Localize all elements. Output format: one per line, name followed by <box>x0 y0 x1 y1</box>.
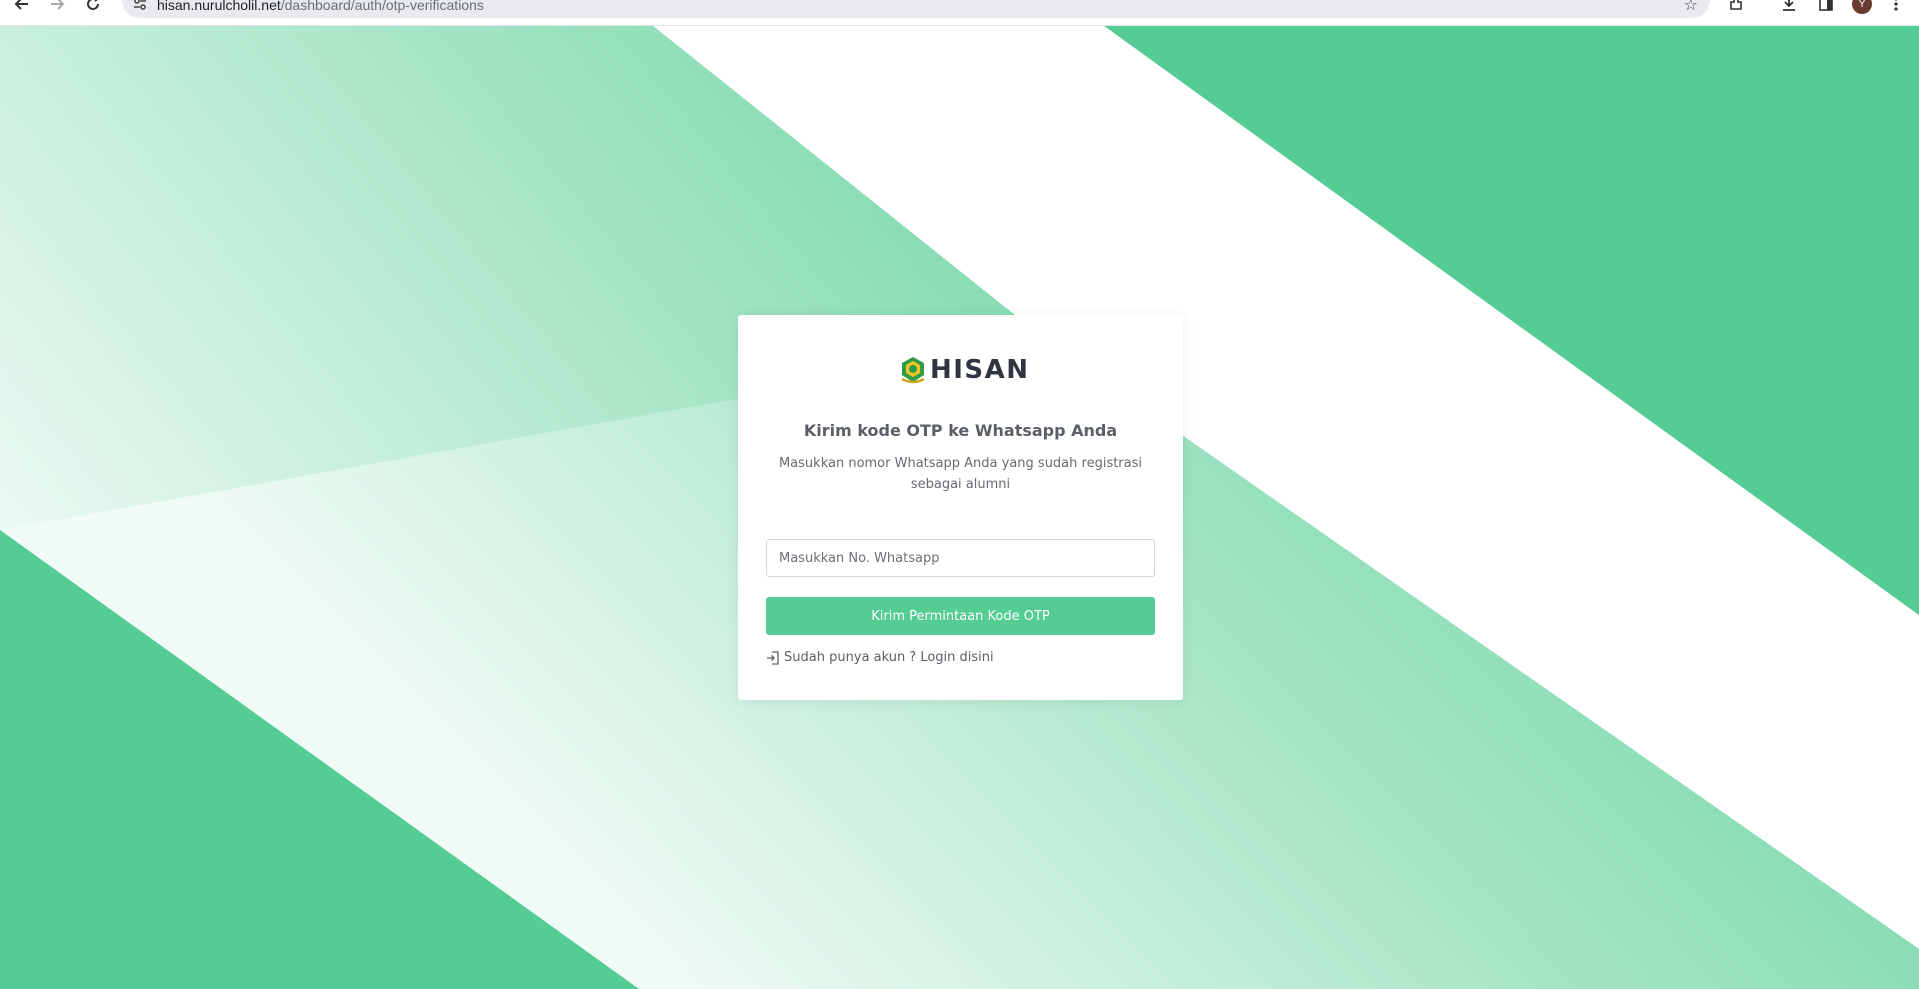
site-info-icon[interactable] <box>132 0 148 12</box>
login-link[interactable]: Sudah punya akun ? Login disini <box>766 650 994 665</box>
forward-icon[interactable] <box>46 0 68 15</box>
url-text: hisan.nurulcholil.net/dashboard/auth/otp… <box>157 0 484 13</box>
url-path: /dashboard/auth/otp-verifications <box>280 0 484 13</box>
extensions-icon[interactable] <box>1726 0 1746 14</box>
url-host: hisan.nurulcholil.net <box>157 0 281 13</box>
emblem-icon <box>901 357 925 384</box>
download-icon[interactable] <box>1779 0 1799 14</box>
back-icon[interactable] <box>11 0 33 15</box>
browser-toolbar: hisan.nurulcholil.net/dashboard/auth/otp… <box>0 0 1919 26</box>
otp-card: HISAN Kirim kode OTP ke Whatsapp Anda Ma… <box>738 315 1183 700</box>
card-title: Kirim kode OTP ke Whatsapp Anda <box>803 421 1118 440</box>
bookmark-star-icon[interactable]: ☆ <box>1684 0 1698 15</box>
login-link-label: Sudah punya akun ? Login disini <box>784 650 994 665</box>
profile-avatar[interactable]: Y <box>1852 0 1872 14</box>
brand-logo: HISAN <box>898 355 1030 385</box>
reload-icon[interactable] <box>82 0 104 15</box>
card-subtitle: Masukkan nomor Whatsapp Anda yang sudah … <box>778 456 1143 492</box>
brand-name: HISAN <box>930 355 1030 385</box>
request-otp-button[interactable]: Kirim Permintaan Kode OTP <box>766 597 1155 635</box>
sign-in-icon <box>767 650 779 665</box>
whatsapp-number-input[interactable] <box>766 539 1155 577</box>
menu-kebab-icon[interactable] <box>1886 0 1906 14</box>
address-bar[interactable]: hisan.nurulcholil.net/dashboard/auth/otp… <box>122 0 1710 18</box>
side-panel-icon[interactable] <box>1816 0 1836 14</box>
